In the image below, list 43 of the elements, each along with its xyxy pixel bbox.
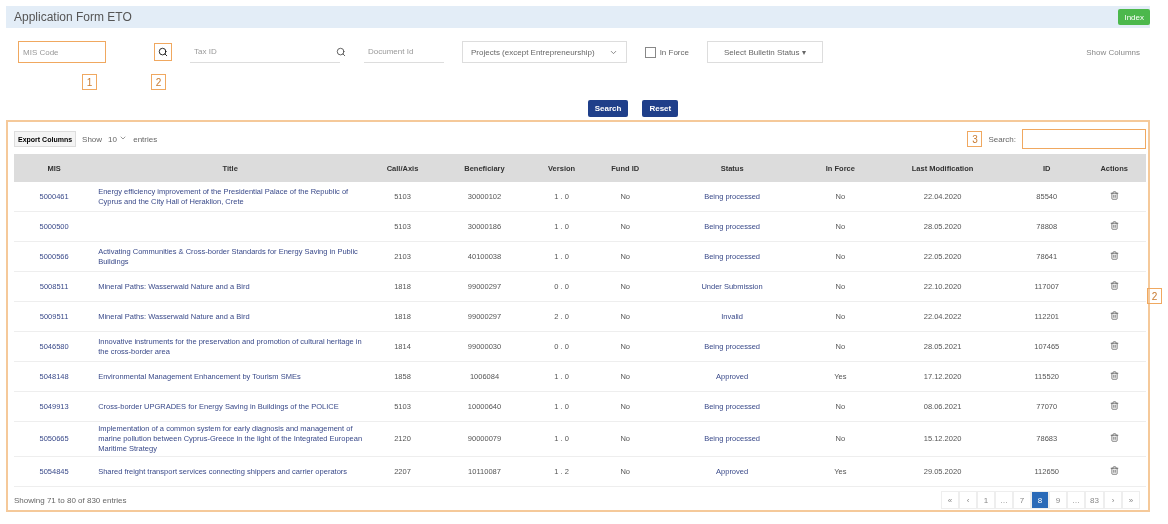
page-length-select[interactable]: 10 (108, 134, 128, 144)
page-button[interactable]: « (941, 491, 960, 509)
reset-button[interactable]: Reset (642, 100, 679, 117)
page-button[interactable]: 83 (1085, 491, 1104, 509)
page-button[interactable]: ‹ (959, 491, 978, 509)
delete-icon[interactable] (1109, 220, 1119, 230)
annotation-marker: 2 (151, 74, 166, 90)
page-title: Application Form ETO (14, 10, 132, 24)
delete-icon[interactable] (1109, 280, 1119, 290)
search-button[interactable] (154, 43, 172, 61)
page-button[interactable]: 7 (1013, 491, 1032, 509)
annotation-marker: 3 (967, 131, 983, 147)
page-button[interactable]: » (1122, 491, 1140, 509)
mis-code-field[interactable]: MIS Code (18, 41, 106, 63)
caret-icon (119, 134, 128, 142)
page-button[interactable]: 1 (977, 491, 996, 509)
delete-icon[interactable] (1109, 465, 1119, 475)
page-button[interactable]: … (1067, 491, 1086, 509)
table-search-field[interactable] (1022, 129, 1146, 149)
status-dropdown-button[interactable]: Select Bulletin Status ▾ (706, 41, 823, 63)
search-button[interactable]: Search (587, 100, 629, 117)
page-button[interactable]: 9 (1049, 491, 1068, 509)
delete-icon[interactable] (1109, 433, 1119, 442)
in-force-checkbox[interactable] (644, 46, 656, 58)
delete-icon[interactable] (1109, 400, 1119, 410)
show-columns-link[interactable]: Show Columns (1086, 47, 1140, 57)
delete-icon[interactable] (1109, 340, 1119, 350)
page-button[interactable]: › (1104, 491, 1122, 509)
page-button[interactable]: 8 (1031, 491, 1050, 509)
search-label: Search: (988, 134, 1016, 144)
annotation-marker: 2 (1147, 288, 1162, 304)
delete-icon[interactable] (1109, 190, 1119, 200)
entries-label: entries (133, 134, 158, 144)
page-button[interactable]: … (995, 491, 1014, 509)
delete-icon[interactable] (1109, 250, 1119, 260)
show-label: Show (82, 134, 103, 144)
delete-icon[interactable] (1109, 370, 1119, 380)
delete-icon[interactable] (1109, 310, 1119, 320)
annotation-marker: 1 (82, 74, 97, 90)
project-type-select[interactable]: Projects (except Entrepreneurship) (462, 41, 627, 63)
in-force-label: In Force (659, 47, 689, 57)
search-icon (158, 47, 168, 57)
table-info: Showing 71 to 80 of 830 entries (14, 495, 127, 505)
